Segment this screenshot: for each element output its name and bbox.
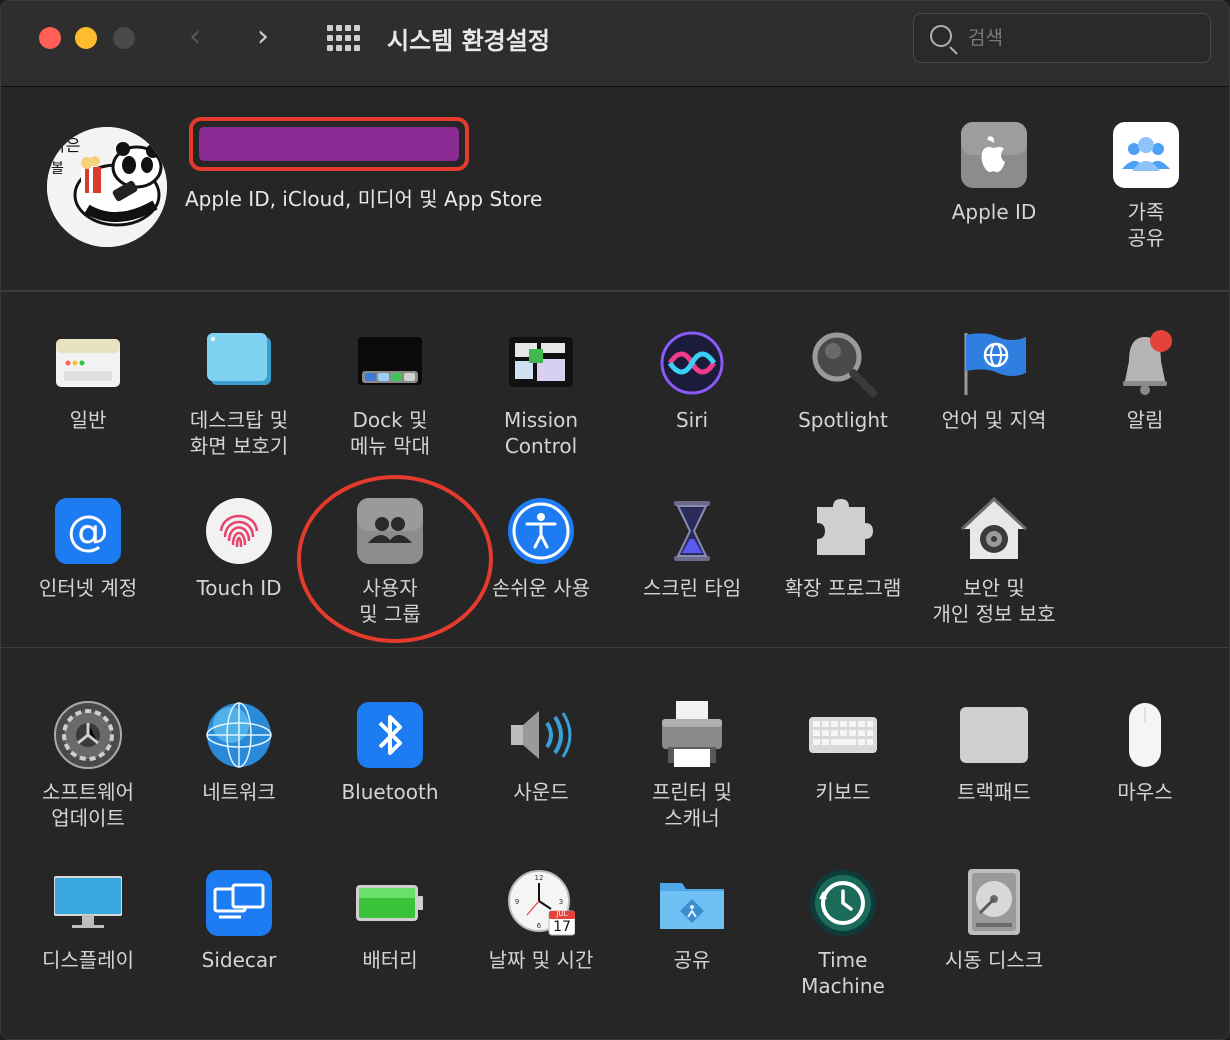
calendar-day: 17 <box>553 919 571 935</box>
svg-text:타은: 타은 <box>51 136 80 155</box>
close-button[interactable] <box>39 27 61 49</box>
language-flag-icon <box>960 329 1028 397</box>
startup-disk-label: 시동 디스크 <box>944 948 1044 972</box>
sidecar-label: Sidecar <box>201 948 277 972</box>
internet-accounts-label: 인터넷 계정 <box>38 576 138 600</box>
notification-bell-icon <box>1111 329 1179 397</box>
accessibility-icon <box>507 497 575 565</box>
speaker-icon <box>507 701 575 769</box>
hourglass-icon <box>658 497 726 565</box>
users-groups-icon <box>356 497 424 565</box>
time-machine-icon <box>809 869 877 937</box>
touch-id-label: Touch ID <box>196 576 282 600</box>
account-subtitle: Apple ID, iCloud, 미디어 및 App Store <box>185 187 543 211</box>
dock-icon <box>356 329 424 397</box>
sharing-label: 공유 <box>673 948 711 972</box>
section-divider <box>1 647 1229 648</box>
printers-scanners-label: 프린터 및 스캐너 <box>652 780 732 830</box>
forward-button[interactable]: › <box>257 19 269 55</box>
puzzle-piece-icon <box>809 497 877 565</box>
trackpad-label: 트랙패드 <box>957 780 1031 804</box>
window-title: 시스템 환경설정 <box>387 27 550 55</box>
zoom-button[interactable] <box>113 27 135 49</box>
at-sign-icon: @ <box>54 497 122 565</box>
search-field[interactable] <box>913 13 1211 63</box>
family-sharing-icon <box>1112 121 1180 189</box>
gear-icon <box>54 701 122 769</box>
sound-label: 사운드 <box>513 780 569 804</box>
sharing-folder-icon <box>658 869 726 937</box>
search-input[interactable] <box>968 24 1198 52</box>
back-button[interactable]: ‹ <box>189 19 201 55</box>
mouse-icon <box>1111 701 1179 769</box>
battery-icon <box>356 869 424 937</box>
accessibility-label: 손쉬운 사용 <box>491 576 591 600</box>
dock-menubar-label: Dock 및 메뉴 막대 <box>350 408 430 458</box>
minimize-button[interactable] <box>75 27 97 49</box>
section-divider-top <box>1 291 1229 292</box>
system-preferences-window: ‹ › 시스템 환경설정 검색 타은 볼 Apple ID, iCloud, 미… <box>0 0 1230 1040</box>
svg-text:3: 3 <box>559 898 563 906</box>
printer-icon <box>658 701 726 769</box>
svg-text:12: 12 <box>535 874 544 882</box>
bluetooth-icon <box>356 701 424 769</box>
svg-text:6: 6 <box>537 922 542 930</box>
desktop-screensaver-icon <box>205 329 273 397</box>
keyboard-label: 키보드 <box>815 780 871 804</box>
svg-text:@: @ <box>67 506 109 555</box>
mission-control-icon <box>507 329 575 397</box>
apple-logo-icon <box>960 121 1028 189</box>
trackpad-icon <box>960 701 1028 769</box>
svg-text:볼: 볼 <box>51 161 64 177</box>
display-monitor-icon <box>53 869 123 937</box>
mouse-label: 마우스 <box>1117 780 1173 804</box>
apple-account-section: 타은 볼 Apple ID, iCloud, 미디어 및 App Store A… <box>1 87 1229 291</box>
title-bar: ‹ › 시스템 환경설정 <box>1 1 1229 87</box>
spotlight-magnifier-icon <box>809 329 877 397</box>
date-time-label: 날짜 및 시간 <box>488 948 594 972</box>
family-sharing-label: 가족 공유 <box>1127 200 1165 250</box>
network-label: 네트워크 <box>202 780 276 804</box>
siri-icon <box>658 329 726 397</box>
clock-calendar-icon: 12 3 6 9 JUL 17 <box>507 869 576 937</box>
general-label: 일반 <box>69 408 107 432</box>
displays-label: 디스플레이 <box>42 948 134 972</box>
show-all-grid-icon[interactable] <box>327 25 361 51</box>
time-machine-label: Time Machine <box>801 948 885 998</box>
fingerprint-icon <box>205 497 273 565</box>
software-update-label: 소프트웨어 업데이트 <box>42 780 134 830</box>
spotlight-label: Spotlight <box>798 408 888 432</box>
sidecar-icon <box>205 869 273 937</box>
bluetooth-label: Bluetooth <box>341 780 439 804</box>
hard-drive-icon <box>960 869 1028 937</box>
avatar[interactable]: 타은 볼 <box>47 127 167 247</box>
apple-id-label: Apple ID <box>951 200 1037 224</box>
network-globe-icon <box>205 701 273 769</box>
battery-label: 배터리 <box>362 948 418 972</box>
mission-control-label: Mission Control <box>503 408 579 458</box>
users-groups-label: 사용자 및 그룹 <box>359 576 421 626</box>
extensions-label: 확장 프로그램 <box>784 576 902 600</box>
language-region-label: 언어 및 지역 <box>941 408 1047 432</box>
general-window-icon <box>54 329 122 397</box>
desktop-screensaver-label: 데스크탑 및 화면 보호기 <box>189 408 289 458</box>
screen-time-label: 스크린 타임 <box>642 576 742 600</box>
siri-label: Siri <box>675 408 709 432</box>
calendar-month: JUL <box>556 910 568 918</box>
security-privacy-label: 보안 및 개인 정보 보호 <box>932 576 1056 626</box>
house-lock-icon <box>960 496 1028 565</box>
keyboard-icon <box>809 701 877 769</box>
search-icon <box>930 25 952 47</box>
account-name-redacted <box>189 117 469 171</box>
notifications-label: 알림 <box>1126 408 1164 432</box>
svg-text:9: 9 <box>515 898 519 906</box>
